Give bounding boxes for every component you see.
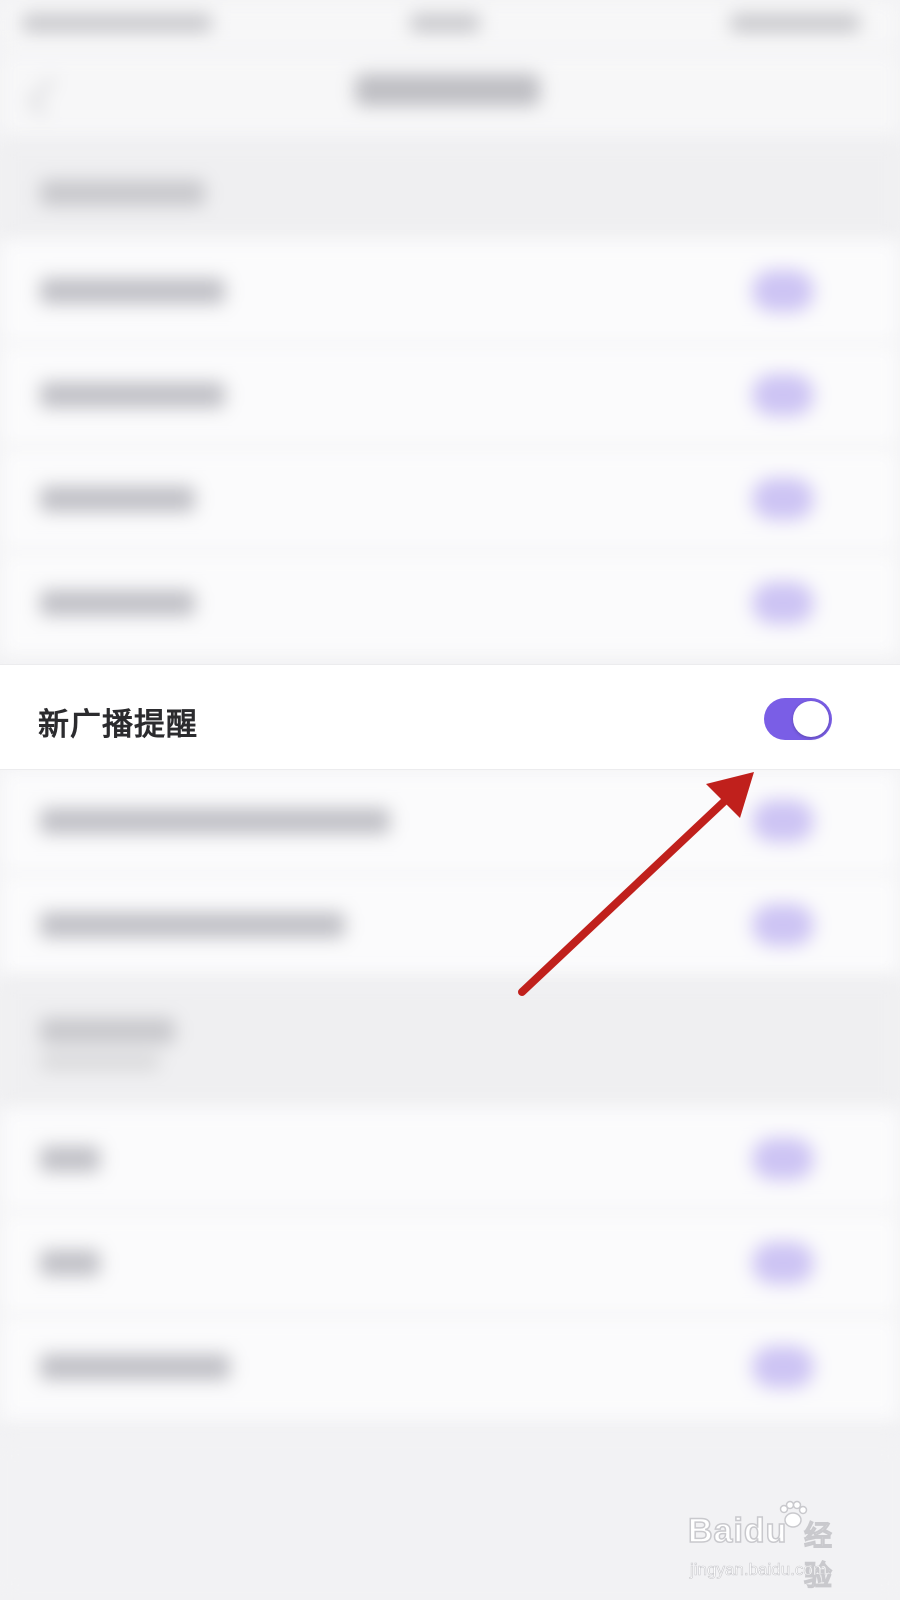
settings-screen: 新广播提醒 Baidu 经验 jingyan.baidu.com <box>0 0 900 1600</box>
toggle-blurred[interactable] <box>752 270 814 312</box>
toggle-blurred[interactable] <box>752 374 814 416</box>
watermark-cn-text: 经验 <box>804 1519 833 1593</box>
nav-bar <box>0 52 900 140</box>
watermark-logo-text: Baidu <box>687 1511 788 1551</box>
toggle-blurred[interactable] <box>752 1242 814 1284</box>
setting-row-blurred[interactable] <box>0 1316 900 1420</box>
status-icons-blurred <box>730 14 860 32</box>
status-carrier-blurred <box>22 14 212 32</box>
setting-row-blurred[interactable] <box>0 552 900 656</box>
setting-row-blurred[interactable] <box>0 874 900 978</box>
setting-row-blurred[interactable] <box>0 240 900 344</box>
toggle-blurred[interactable] <box>752 904 814 946</box>
baidu-jingyan-watermark: Baidu 经验 jingyan.baidu.com <box>687 1500 858 1593</box>
setting-row-blurred[interactable] <box>0 448 900 552</box>
setting-label: 新广播提醒 <box>38 707 198 743</box>
setting-row-blurred[interactable] <box>0 770 900 874</box>
status-bar <box>0 0 900 52</box>
setting-row-blurred[interactable] <box>0 1108 900 1212</box>
toggle-blurred[interactable] <box>752 1346 814 1388</box>
toggle-blurred[interactable] <box>752 1138 814 1180</box>
section-header <box>0 140 900 240</box>
setting-row-blurred[interactable] <box>0 344 900 448</box>
toggle-blurred[interactable] <box>752 582 814 624</box>
page-title-blurred <box>355 74 540 106</box>
toggle-blurred[interactable] <box>752 800 814 842</box>
section-header <box>0 978 900 1108</box>
new-broadcast-reminder-toggle[interactable] <box>764 698 832 740</box>
setting-row-new-broadcast-reminder[interactable]: 新广播提醒 <box>0 664 900 770</box>
status-time-blurred <box>410 14 480 32</box>
setting-row-blurred[interactable] <box>0 1212 900 1316</box>
back-icon[interactable] <box>27 77 67 117</box>
toggle-blurred[interactable] <box>752 478 814 520</box>
watermark-url: jingyan.baidu.com <box>690 1560 828 1580</box>
toggle-knob <box>793 701 829 737</box>
